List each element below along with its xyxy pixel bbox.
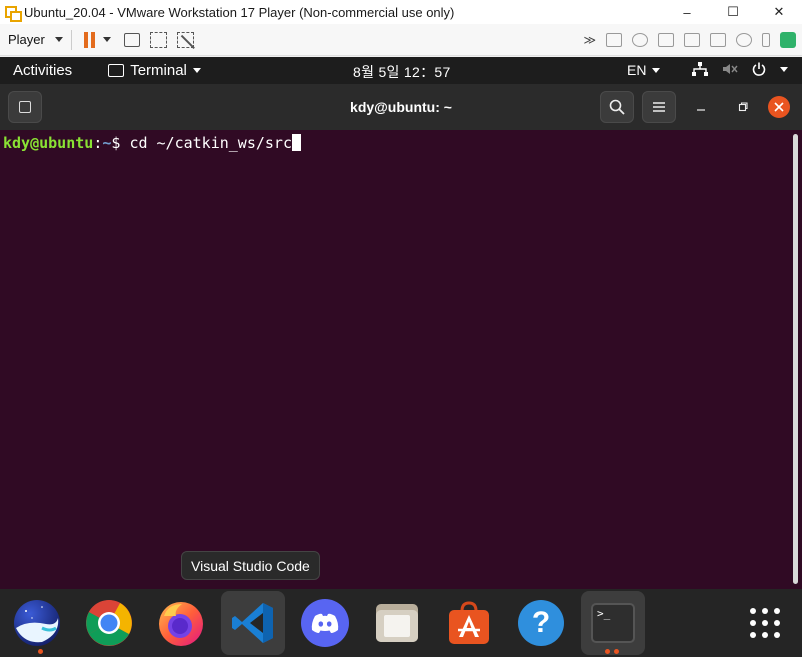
dock-item-files[interactable] xyxy=(365,591,429,655)
overflow-icon[interactable]: ≫ xyxy=(583,33,596,47)
usb-device-icon[interactable] xyxy=(736,32,752,47)
sound-card-icon[interactable] xyxy=(710,32,726,47)
prompt-sign: $ xyxy=(111,134,130,152)
hard-disk-icon[interactable] xyxy=(606,32,622,47)
help-glyph: ? xyxy=(531,606,551,639)
toolbar-divider xyxy=(70,29,72,50)
unity-mode-icon[interactable] xyxy=(176,31,194,48)
player-menu[interactable]: Player xyxy=(8,32,63,47)
send-ctrl-alt-del-icon[interactable] xyxy=(123,32,140,47)
hamburger-icon xyxy=(653,102,665,112)
close-icon xyxy=(774,102,784,112)
help-icon: ? xyxy=(518,600,564,646)
chevron-down-icon xyxy=(54,37,63,42)
whale-icon xyxy=(14,600,60,646)
minimize-icon xyxy=(697,109,705,111)
display-icon[interactable] xyxy=(762,32,770,47)
language-menu[interactable]: EN xyxy=(627,62,661,78)
vscode-icon xyxy=(232,603,273,643)
prompt-separator: : xyxy=(93,134,103,152)
dock: ? >_ xyxy=(0,589,802,657)
terminal-maximize-button[interactable] xyxy=(726,91,760,123)
terminal-glyph: >_ xyxy=(597,607,611,620)
device-icons: ≫ xyxy=(583,31,796,48)
power-dropdown-chevron-icon[interactable] xyxy=(102,37,111,42)
close-window-button[interactable]: ✕ xyxy=(756,0,802,24)
gnome-top-bar: Activities Terminal 8월 5일 12：57 EN xyxy=(0,57,802,84)
search-icon xyxy=(609,99,625,115)
app-menu[interactable]: Terminal xyxy=(108,62,201,79)
running-indicator xyxy=(605,649,610,654)
terminal-minimize-button[interactable] xyxy=(684,91,718,123)
minimize-button[interactable]: – xyxy=(664,0,710,24)
restore-icon xyxy=(738,102,748,112)
grid-icon xyxy=(750,608,780,638)
dock-tooltip: Visual Studio Code xyxy=(181,551,320,580)
message-log-icon[interactable] xyxy=(780,31,796,48)
prompt-user: kdy@ubuntu xyxy=(3,134,94,152)
discord-icon xyxy=(301,599,349,647)
clock[interactable]: 8월 5일 12：57 xyxy=(353,62,451,82)
cd-dvd-icon[interactable] xyxy=(632,32,648,47)
software-icon xyxy=(449,601,489,644)
vmware-logo-icon xyxy=(4,4,22,22)
firefox-icon xyxy=(159,602,203,646)
terminal-scrollbar[interactable] xyxy=(793,134,798,584)
hamburger-menu-button[interactable] xyxy=(642,91,676,123)
running-indicator xyxy=(38,649,43,654)
dock-item-firefox[interactable] xyxy=(149,591,213,655)
dock-item-help[interactable]: ? xyxy=(509,591,573,655)
running-indicator xyxy=(614,649,619,654)
vmware-toolbar: Player ≫ xyxy=(0,24,802,56)
dock-item-chrome[interactable] xyxy=(77,591,141,655)
player-menu-label: Player xyxy=(8,32,45,47)
terminal-icon: >_ xyxy=(591,603,635,643)
maximize-button[interactable]: ☐ xyxy=(710,0,756,24)
chevron-down-icon xyxy=(780,66,788,72)
chevron-down-icon xyxy=(192,68,201,73)
dock-item-whale[interactable] xyxy=(5,591,69,655)
dock-item-discord[interactable] xyxy=(293,591,357,655)
dock-item-software[interactable] xyxy=(437,591,501,655)
system-menu[interactable] xyxy=(692,62,788,76)
network-icon xyxy=(692,62,708,76)
terminal-headerbar: kdy@ubuntu: ~ xyxy=(0,84,802,130)
command-text: cd ~/catkin_ws/src xyxy=(129,134,292,152)
app-menu-label: Terminal xyxy=(130,62,187,79)
terminal-close-button[interactable] xyxy=(768,96,790,118)
terminal-line: kdy@ubuntu:~$ cd ~/catkin_ws/src xyxy=(3,134,799,152)
vmware-title-bar: Ubuntu_20.04 - VMware Workstation 17 Pla… xyxy=(0,0,802,24)
activities-button[interactable]: Activities xyxy=(13,62,72,79)
language-label: EN xyxy=(627,62,647,78)
new-tab-button[interactable] xyxy=(8,91,42,123)
fullscreen-icon[interactable] xyxy=(149,31,167,48)
chrome-icon xyxy=(86,600,132,646)
printer-icon[interactable] xyxy=(684,32,700,47)
search-button[interactable] xyxy=(600,91,634,123)
dock-item-terminal[interactable]: >_ xyxy=(581,591,645,655)
terminal-content[interactable]: kdy@ubuntu:~$ cd ~/catkin_ws/src xyxy=(0,130,802,589)
window-title: Ubuntu_20.04 - VMware Workstation 17 Pla… xyxy=(24,4,455,20)
chevron-down-icon xyxy=(652,67,661,73)
power-icon xyxy=(752,62,766,76)
network-adapter-icon[interactable] xyxy=(658,32,674,47)
text-cursor xyxy=(292,134,301,151)
new-tab-icon xyxy=(19,101,31,113)
show-applications-button[interactable] xyxy=(733,591,797,655)
dock-item-vscode[interactable] xyxy=(221,591,285,655)
files-icon xyxy=(376,604,418,642)
pause-icon[interactable] xyxy=(83,31,95,48)
volume-muted-icon xyxy=(723,64,738,74)
terminal-small-icon xyxy=(108,64,125,77)
